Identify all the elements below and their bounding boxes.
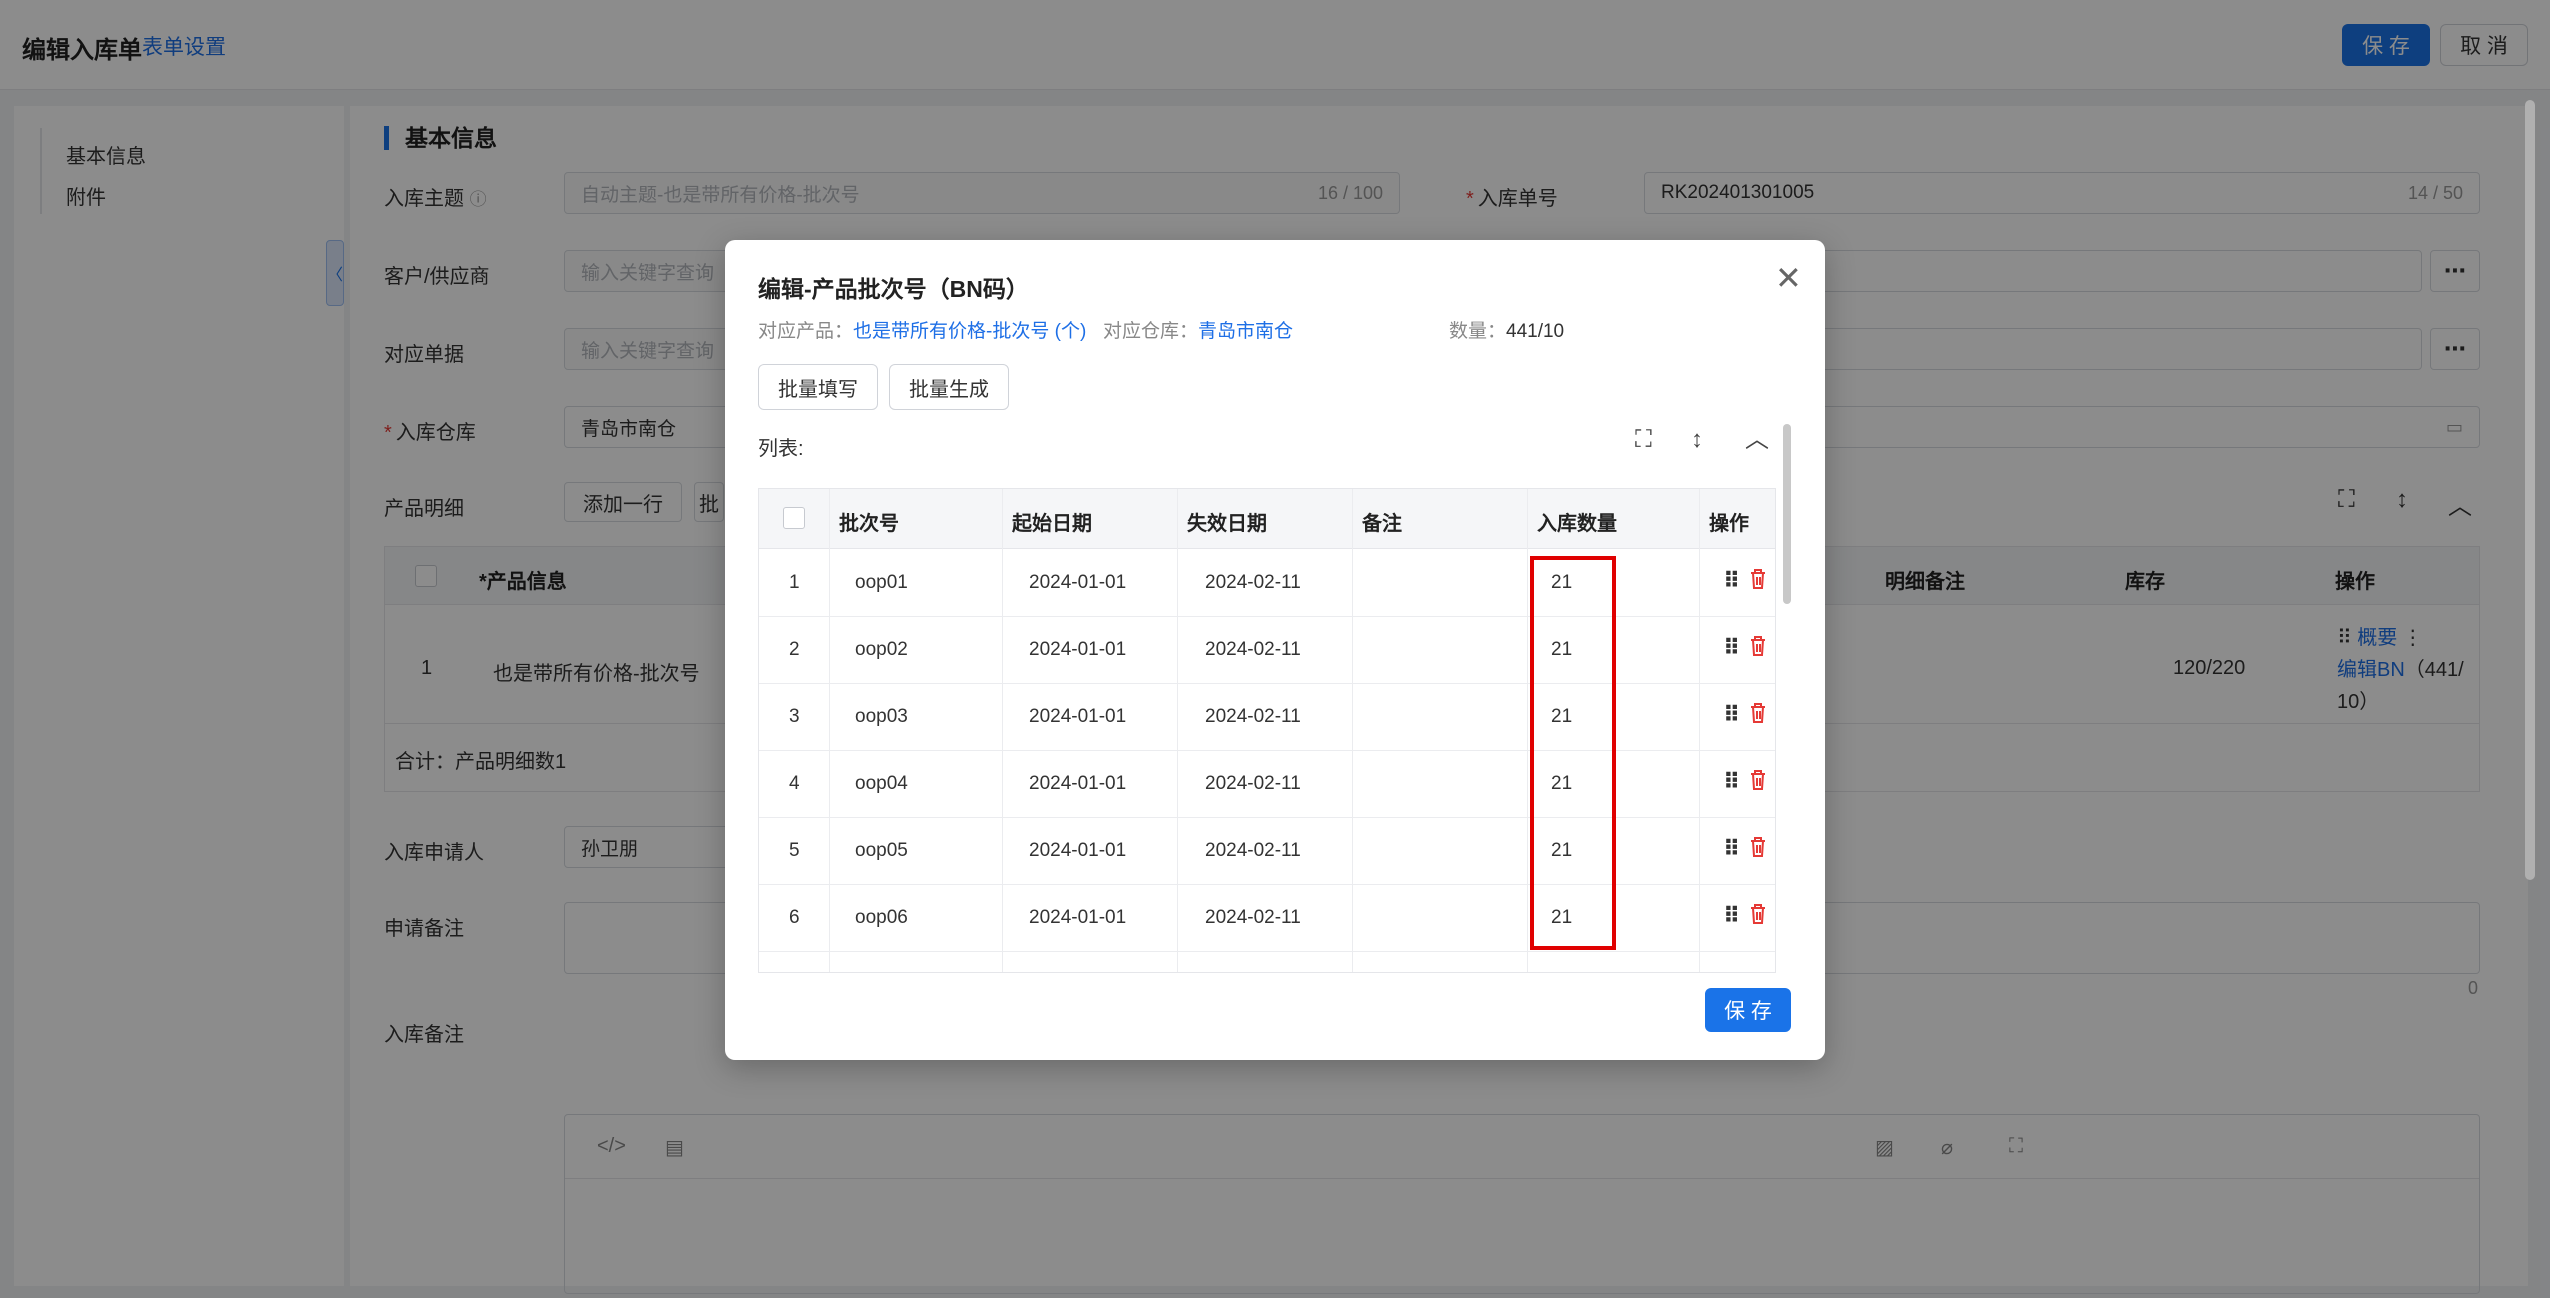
start-date-cell[interactable]: 2024-01-01 [1029, 572, 1126, 594]
batch-generate-button[interactable]: 批量生成 [889, 364, 1009, 410]
row-index: 1 [789, 572, 800, 593]
table-row: 1 oop01 2024-01-01 2024-02-11 21 ⠿ [759, 550, 1775, 617]
col-expiry-date: 失效日期 [1187, 513, 1267, 535]
select-all-checkbox[interactable] [783, 507, 805, 529]
dialog-save-button[interactable]: 保 存 [1705, 988, 1791, 1032]
col-batch-no: 批次号 [839, 513, 899, 535]
drag-handle-icon[interactable]: ⠿ [1723, 836, 1740, 862]
row-index: 3 [789, 706, 800, 727]
delete-icon[interactable] [1749, 702, 1767, 724]
col-in-quantity: 入库数量 [1537, 513, 1617, 535]
drag-handle-icon[interactable]: ⠿ [1723, 702, 1740, 728]
start-date-cell[interactable]: 2024-01-01 [1029, 773, 1126, 795]
start-date-cell[interactable]: 2024-01-01 [1029, 840, 1126, 862]
product-link[interactable]: 也是带所有价格-批次号 (个) [853, 321, 1086, 342]
batch-table-header: 批次号 起始日期 失效日期 备注 入库数量 操作 [759, 489, 1775, 549]
table-row: 3 oop03 2024-01-01 2024-02-11 21 ⠿ [759, 684, 1775, 751]
row-height-icon[interactable]: ↕ [1691, 428, 1703, 452]
row-index: 4 [789, 773, 800, 794]
expiry-date-cell[interactable]: 2024-02-11 [1205, 706, 1301, 728]
table-row: 2 oop02 2024-01-01 2024-02-11 21 ⠿ [759, 617, 1775, 684]
batch-fill-button[interactable]: 批量填写 [758, 364, 878, 410]
row-index: 5 [789, 840, 800, 861]
page-scrollbar[interactable] [2525, 100, 2535, 880]
batch-no-cell[interactable]: oop05 [855, 840, 908, 862]
dialog-quantity: 数量：441/10 [1449, 321, 1565, 342]
delete-icon[interactable] [1749, 568, 1767, 590]
batch-no-cell[interactable]: oop06 [855, 907, 908, 929]
fullscreen-icon[interactable]: ⛶ [1635, 428, 1652, 452]
expiry-date-cell[interactable]: 2024-02-11 [1205, 773, 1301, 795]
table-row: 4 oop04 2024-01-01 2024-02-11 21 ⠿ [759, 751, 1775, 818]
delete-icon[interactable] [1749, 635, 1767, 657]
col-divider [1002, 489, 1003, 972]
dialog-product-info: 对应产品：也是带所有价格-批次号 (个) [758, 321, 1087, 342]
col-start-date: 起始日期 [1012, 513, 1092, 535]
start-date-cell[interactable]: 2024-01-01 [1029, 907, 1126, 929]
col-remark: 备注 [1362, 513, 1402, 535]
col-divider [1177, 489, 1178, 972]
col-divider [1527, 489, 1528, 972]
row-index: 2 [789, 639, 800, 660]
batch-no-cell[interactable]: oop03 [855, 706, 908, 728]
start-date-cell[interactable]: 2024-01-01 [1029, 706, 1126, 728]
start-date-cell[interactable]: 2024-01-01 [1029, 639, 1126, 661]
edit-batch-dialog: 编辑-产品批次号（BN码） ✕ 对应产品：也是带所有价格-批次号 (个) 对应仓… [725, 240, 1825, 1060]
expiry-date-cell[interactable]: 2024-02-11 [1205, 639, 1301, 661]
col-operations: 操作 [1709, 513, 1749, 535]
batch-table: 批次号 起始日期 失效日期 备注 入库数量 操作 1 oop01 2024-01-0… [758, 488, 1776, 973]
col-divider [1352, 489, 1353, 972]
row-index: 6 [789, 907, 800, 928]
expiry-date-cell[interactable]: 2024-02-11 [1205, 572, 1301, 594]
drag-handle-icon[interactable]: ⠿ [1723, 568, 1740, 594]
delete-icon[interactable] [1749, 836, 1767, 858]
drag-handle-icon[interactable]: ⠿ [1723, 903, 1740, 929]
batch-no-cell[interactable]: oop02 [855, 639, 908, 661]
batch-no-cell[interactable]: oop01 [855, 572, 908, 594]
expiry-date-cell[interactable]: 2024-02-11 [1205, 907, 1301, 929]
close-icon[interactable]: ✕ [1775, 262, 1802, 294]
col-divider [829, 489, 830, 972]
drag-handle-icon[interactable]: ⠿ [1723, 769, 1740, 795]
collapse-icon[interactable]: ︿ [1745, 428, 1769, 452]
col-divider [1699, 489, 1700, 972]
expiry-date-cell[interactable]: 2024-02-11 [1205, 840, 1301, 862]
delete-icon[interactable] [1749, 903, 1767, 925]
drag-handle-icon[interactable]: ⠿ [1723, 635, 1740, 661]
dialog-title: 编辑-产品批次号（BN码） [758, 276, 1029, 302]
quantity-highlight-box [1530, 556, 1616, 950]
table-row: 6 oop06 2024-01-01 2024-02-11 21 ⠿ [759, 885, 1775, 952]
table-row: 5 oop05 2024-01-01 2024-02-11 21 ⠿ [759, 818, 1775, 885]
batch-no-cell[interactable]: oop04 [855, 773, 908, 795]
list-label: 列表: [758, 438, 804, 460]
dialog-scrollbar[interactable] [1783, 424, 1791, 604]
dialog-warehouse-info: 对应仓库：青岛市南仓 [1103, 321, 1294, 342]
delete-icon[interactable] [1749, 769, 1767, 791]
table-row [759, 952, 1775, 972]
